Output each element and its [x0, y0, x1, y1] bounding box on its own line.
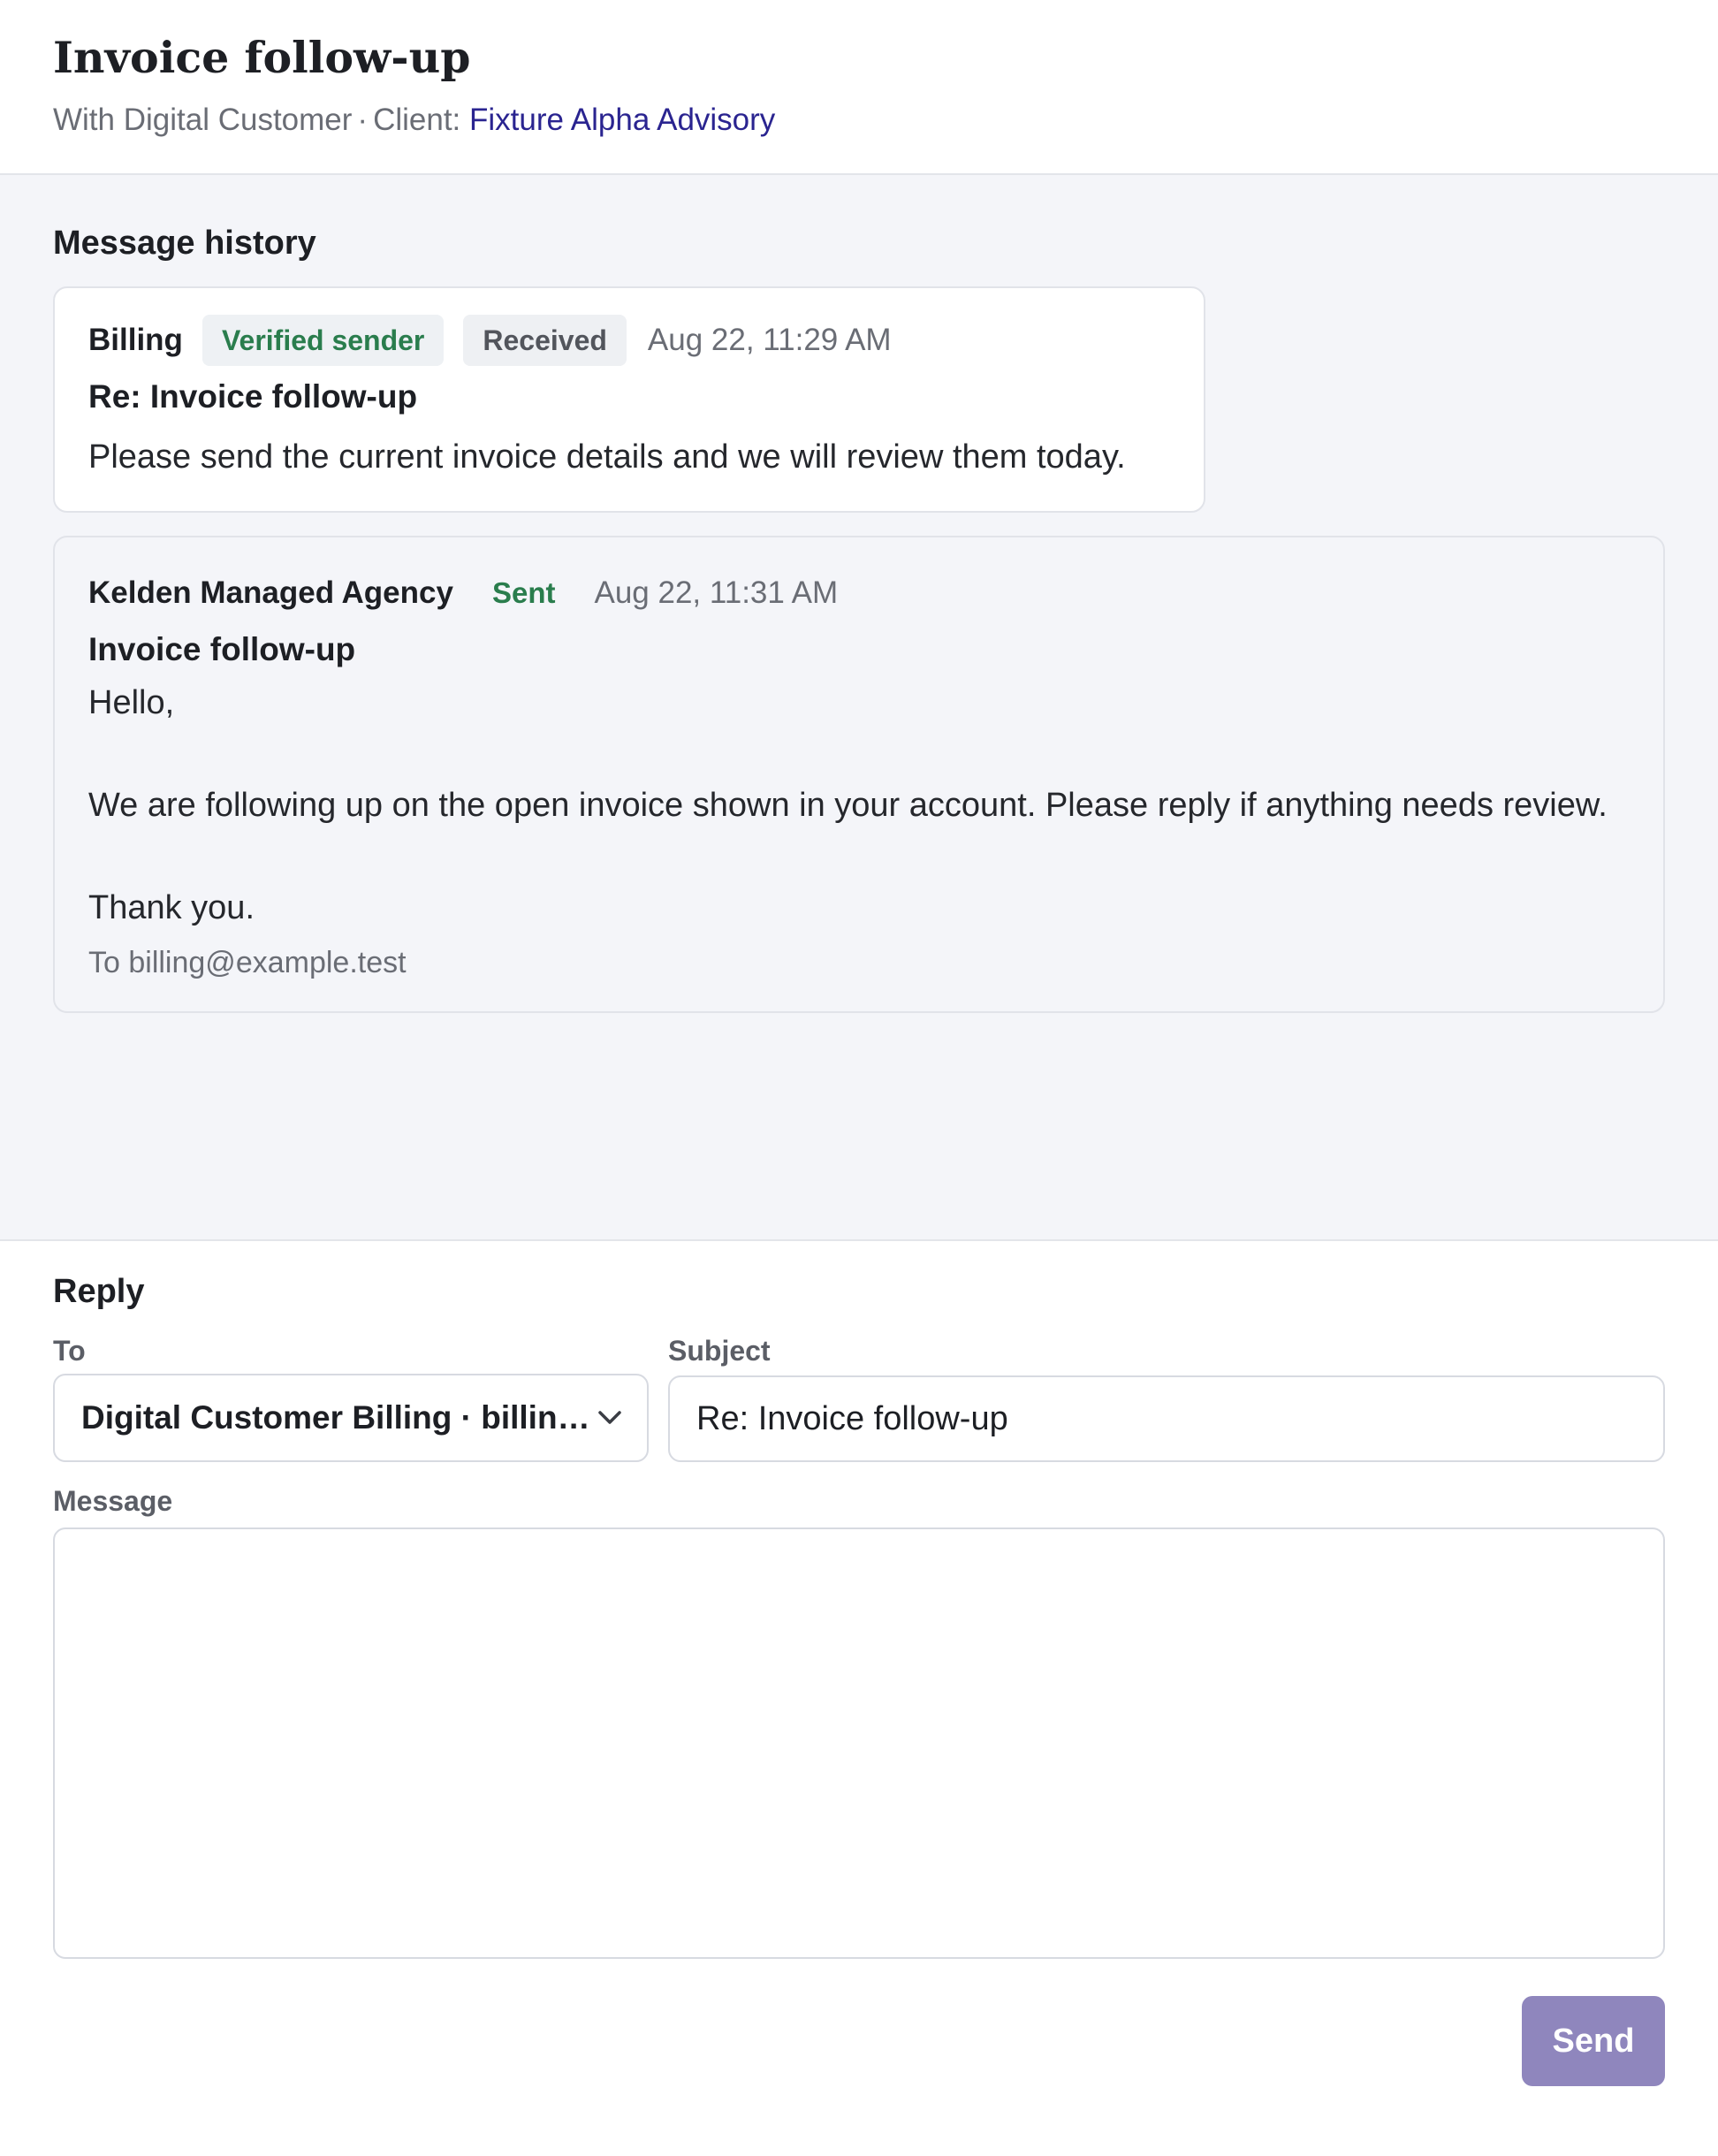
send-button[interactable]: Send [1522, 1996, 1665, 2086]
message-sender: Kelden Managed Agency [88, 575, 453, 610]
message-timestamp: Aug 22, 11:29 AM [647, 323, 892, 357]
subject-label: Subject [668, 1335, 771, 1367]
message-card-sent: Kelden Managed Agency Sent Aug 22, 11:31… [53, 536, 1665, 1013]
message-history: Message history Billing Verified sender … [0, 175, 1718, 1241]
client-label: Client: [373, 103, 461, 137]
to-select[interactable]: Digital Customer Billing · billing@examp… [53, 1374, 649, 1462]
message-sender: Billing [88, 323, 183, 357]
reply-heading: Reply [53, 1273, 145, 1310]
message-card-received: Billing Verified sender Received Aug 22,… [53, 286, 1205, 513]
message-header: Billing Verified sender Received Aug 22,… [88, 315, 1172, 366]
conversation-meta: With Digital Customer · Client: Fixture Al… [53, 101, 1665, 140]
reply-fields-row: To Digital Customer Billing · billing@ex… [53, 1328, 1665, 1462]
message-timestamp: Aug 22, 11:31 AM [594, 575, 839, 610]
subject-field-group: Subject [668, 1328, 1665, 1462]
message-subject: Re: Invoice follow-up [88, 378, 418, 415]
page-title: Invoice follow-up [53, 32, 471, 83]
received-status-badge: Received [463, 315, 627, 366]
to-select-value: Digital Customer Billing · billing@examp… [81, 1399, 594, 1436]
message-subject: Invoice follow-up [88, 631, 356, 667]
to-label: To [53, 1335, 86, 1367]
reply-actions: Send [53, 1996, 1665, 2086]
with-contact: With Digital Customer [53, 103, 353, 137]
message-textarea[interactable] [53, 1527, 1665, 1959]
reply-form: Reply To Digital Customer Billing · bill… [0, 1241, 1718, 2086]
verified-sender-badge: Verified sender [201, 315, 445, 366]
message-body: Please send the current invoice details … [88, 438, 1126, 476]
message-body: Hello, We are following up on the open i… [88, 684, 1608, 926]
message-label: Message [53, 1485, 173, 1517]
sent-status-label: Sent [491, 576, 556, 609]
subject-input[interactable] [668, 1375, 1665, 1462]
chevron-down-icon [594, 1402, 626, 1434]
message-header: Kelden Managed Agency Sent Aug 22, 11:31… [88, 568, 1631, 619]
page-header: Invoice follow-up With Digital Customer ·… [0, 0, 1718, 175]
message-recipient: To billing@example.test [88, 946, 407, 979]
message-history-heading: Message history [53, 225, 316, 262]
meta-separator: · [357, 103, 369, 137]
client-link[interactable]: Fixture Alpha Advisory [469, 103, 775, 137]
to-field-group: To Digital Customer Billing · billing@ex… [53, 1328, 649, 1462]
